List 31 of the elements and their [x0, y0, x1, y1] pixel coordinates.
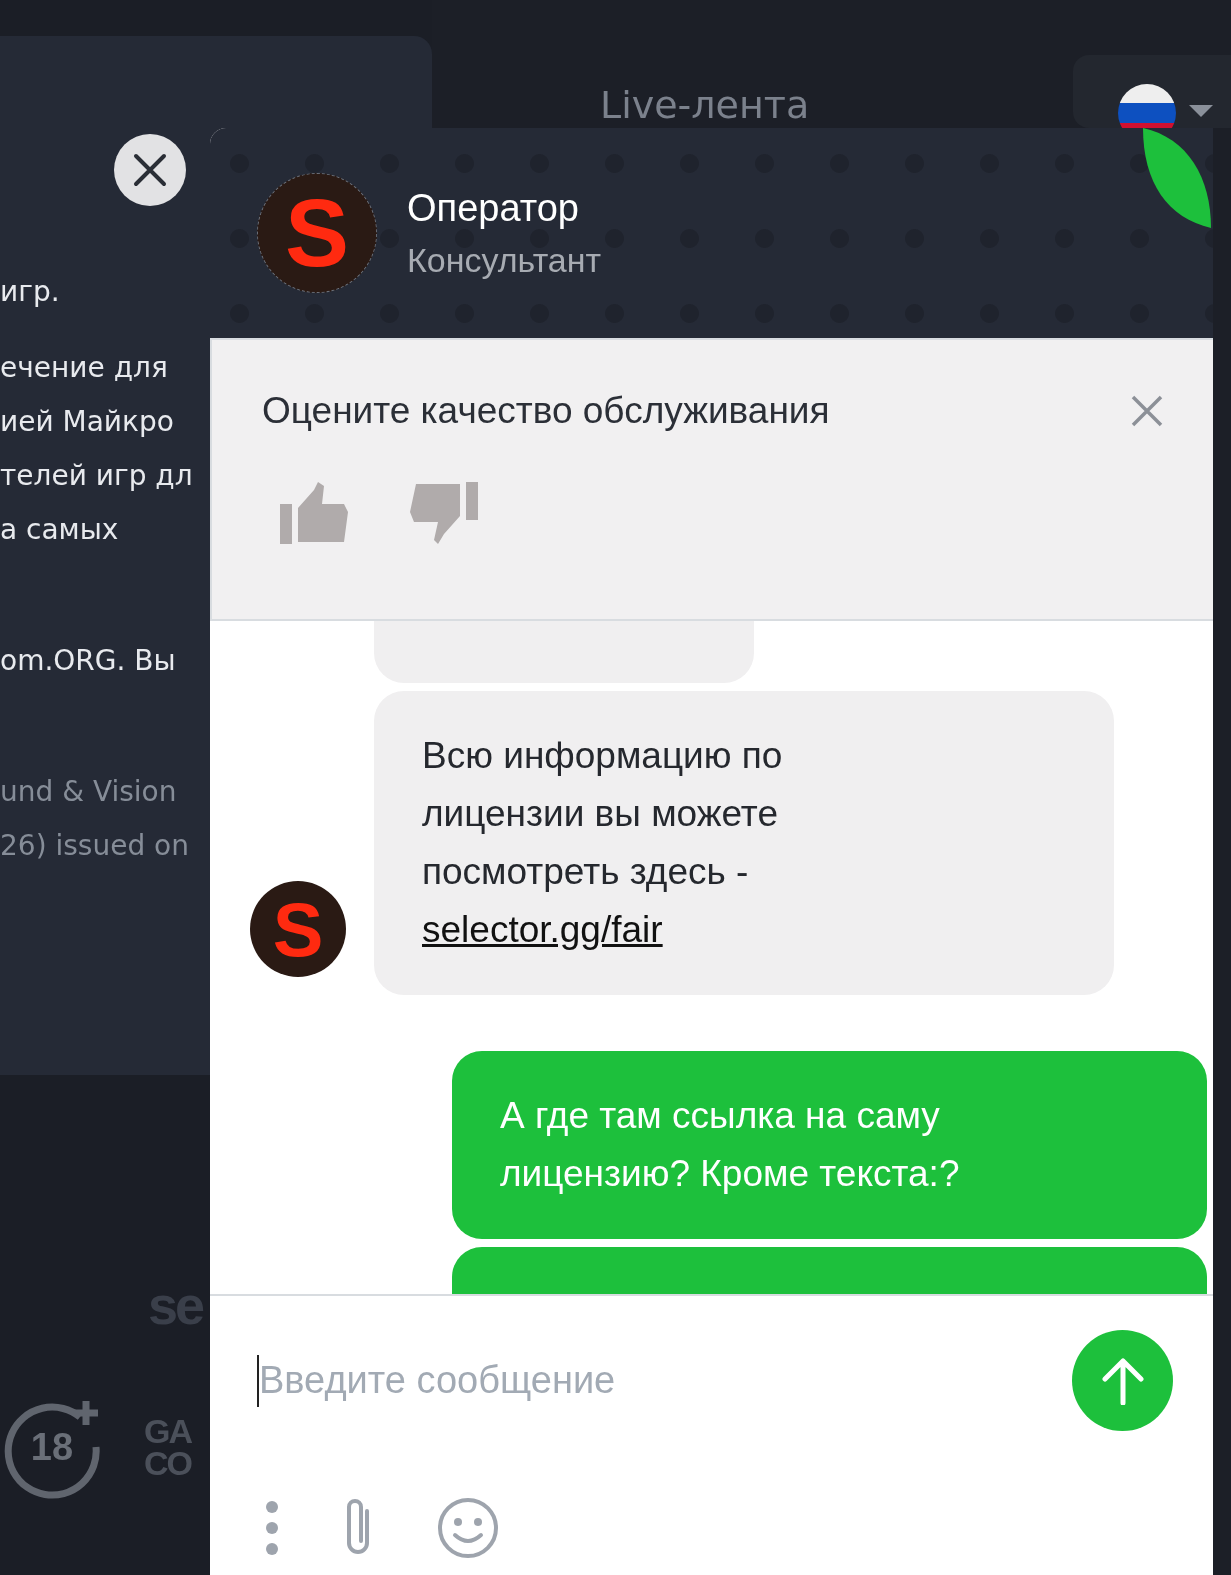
text-line: om.ORG. Вы: [0, 645, 176, 677]
thumbs-up-icon: [280, 482, 348, 544]
caret-icon: [1189, 105, 1213, 119]
leaf-icon: [1143, 128, 1213, 228]
close-icon: [1131, 395, 1163, 427]
text-line: und & Vision: [0, 776, 177, 808]
text-line: ией Майкро: [0, 406, 174, 438]
feed-tab[interactable]: Live-лента: [600, 85, 810, 125]
operator-avatar: S: [250, 881, 346, 977]
more-icon[interactable]: [265, 1500, 279, 1556]
text-line: ечение для: [0, 352, 168, 384]
arrow-up-icon: [1100, 1356, 1145, 1405]
thumbs-down-icon: [410, 482, 478, 544]
close-icon: [133, 153, 167, 187]
operator-role: Консультант: [407, 240, 602, 281]
message-input[interactable]: Введите сообщение: [257, 1354, 961, 1407]
language-selector[interactable]: [1073, 55, 1231, 128]
operator-avatar: S: [257, 173, 377, 293]
age-rating-badge: 18: [0, 1395, 104, 1499]
emoji-icon[interactable]: [437, 1497, 499, 1559]
rating-title: Оцените качество обслуживания: [262, 390, 830, 432]
thumbs-down-button[interactable]: [410, 482, 478, 544]
message-link[interactable]: selector.gg/fair: [422, 909, 663, 950]
text-line: телей игр дл: [0, 460, 193, 492]
operator-name: Оператор: [407, 186, 580, 231]
text-line: игр.: [0, 276, 60, 308]
message-text: Всю информацию по лицензии вы можете посмотреть здесь - selector.gg/fair: [422, 734, 784, 952]
text-line: а самых: [0, 514, 119, 546]
thumbs-up-button[interactable]: [280, 482, 348, 544]
message-text: А где там ссылка на саму лицензию? Кроме текста:?: [500, 1094, 961, 1196]
text-line: 26) issued on: [0, 830, 189, 862]
